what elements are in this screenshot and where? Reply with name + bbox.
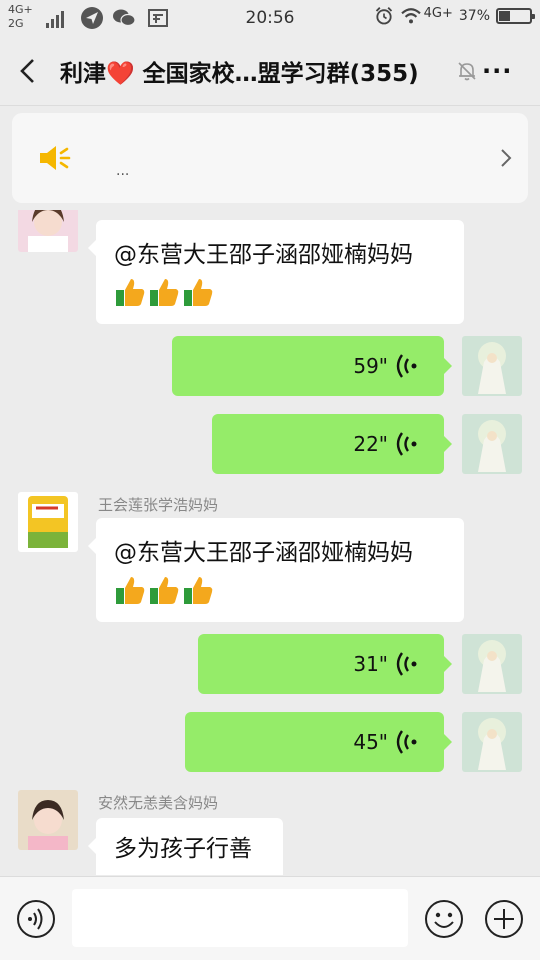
message-bubble-incoming[interactable]: 多为孩子行善 <box>88 818 283 875</box>
message-text: @东营大王邵子涵邵娅楠妈妈 <box>114 540 413 566</box>
chat-header: 利津❤️ 全国家校…盟学习群(355) ··· <box>0 36 540 106</box>
more-functions-plus-icon[interactable] <box>484 899 524 939</box>
notice-text: ... <box>116 163 130 179</box>
status-bar: 4G+ 2G 20:56 4G+ 37% <box>0 0 540 36</box>
group-notice-banner[interactable]: ... <box>12 113 528 203</box>
voice-message-bubble[interactable]: 59" <box>172 336 452 396</box>
thumbs-up-emoji-row <box>114 574 446 606</box>
message-bubble-incoming[interactable]: @东营大王邵子涵邵娅楠妈妈 <box>88 518 464 622</box>
avatar-rice-bag-image <box>18 492 78 552</box>
my-avatar[interactable] <box>462 712 522 772</box>
my-avatar[interactable] <box>462 336 522 396</box>
voice-wave-icon <box>396 354 417 378</box>
alarm-icon <box>375 7 392 25</box>
wifi-icon <box>400 8 421 24</box>
voice-duration: 59" <box>353 354 388 378</box>
message-bubble-incoming[interactable]: @东营大王邵子涵邵娅楠妈妈 <box>88 220 464 324</box>
status-right: 4G+ 37% <box>374 5 535 26</box>
thumbs-up-icon <box>150 577 179 604</box>
avatar-guanyin-image <box>462 712 522 772</box>
my-avatar[interactable] <box>462 414 522 474</box>
voice-wave-icon <box>396 652 417 676</box>
battery-percent: 37% <box>458 8 490 24</box>
thumbs-up-emoji-row <box>114 276 446 308</box>
thumbs-up-icon <box>116 577 145 604</box>
avatar-girl-image <box>18 790 78 850</box>
avatar-guanyin-image <box>462 634 522 694</box>
sender-name: 安然无恙美含妈妈 <box>98 794 219 812</box>
voice-message-bubble[interactable]: 22" <box>212 414 452 474</box>
battery-icon <box>496 8 535 24</box>
mute-bell-icon <box>458 62 476 81</box>
avatar-guanyin-image <box>462 414 522 474</box>
voice-duration: 45" <box>353 730 388 754</box>
message-text: @东营大王邵子涵邵娅楠妈妈 <box>114 242 413 268</box>
sender-name: 王会莲张学浩妈妈 <box>98 496 219 514</box>
my-avatar[interactable] <box>462 634 522 694</box>
voice-duration: 22" <box>353 432 388 456</box>
emoji-icon[interactable] <box>424 899 464 939</box>
input-bar <box>0 876 540 960</box>
avatar[interactable] <box>18 790 78 850</box>
message-list: @东营大王邵子涵邵娅楠妈妈 59" 22" 王会莲张学浩妈妈 @东营大王邵子涵邵… <box>0 210 540 875</box>
voice-message-bubble[interactable]: 31" <box>198 634 452 694</box>
avatar[interactable] <box>18 210 78 252</box>
voice-wave-icon <box>396 432 417 456</box>
avatar[interactable] <box>18 492 78 552</box>
voice-duration: 31" <box>353 652 388 676</box>
voice-input-icon[interactable] <box>16 899 56 939</box>
message-input[interactable] <box>72 889 408 947</box>
thumbs-up-icon <box>116 279 145 306</box>
avatar-guanyin-image <box>462 336 522 396</box>
more-options-icon[interactable]: ··· <box>482 56 512 86</box>
thumbs-up-icon <box>184 279 213 306</box>
thumbs-up-icon <box>184 577 213 604</box>
back-arrow-icon[interactable] <box>14 56 44 86</box>
avatar-girl-image <box>18 210 78 252</box>
voice-message-bubble[interactable]: 45" <box>185 712 452 772</box>
network-type-right: 4G+ <box>423 5 453 21</box>
message-text: 多为孩子行善 <box>114 836 252 862</box>
announcement-speaker-icon <box>40 146 71 170</box>
thumbs-up-icon <box>150 279 179 306</box>
voice-wave-icon <box>396 730 417 754</box>
chevron-right-icon <box>501 149 512 167</box>
chat-title: 利津❤️ 全国家校…盟学习群(355) <box>60 61 419 87</box>
